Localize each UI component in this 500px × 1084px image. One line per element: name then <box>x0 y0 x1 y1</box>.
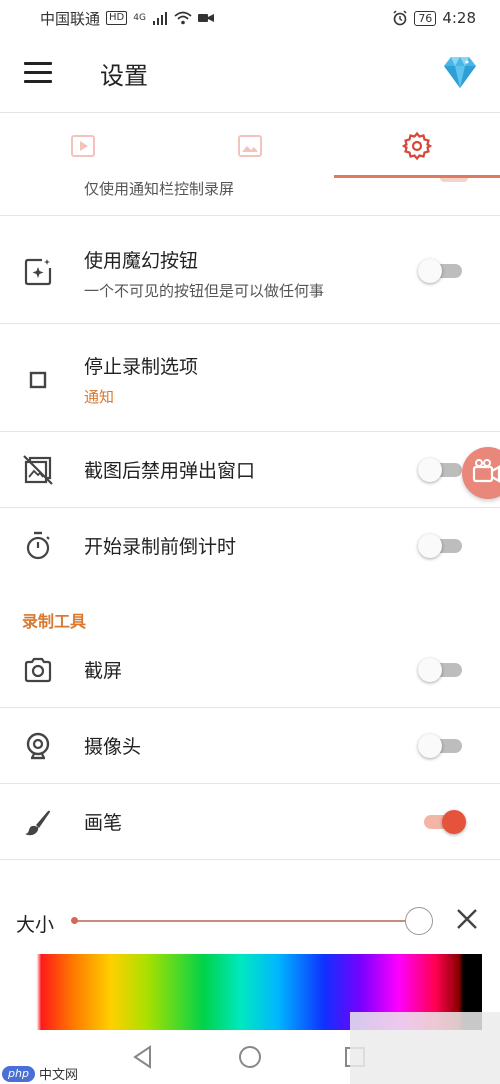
countdown-toggle[interactable] <box>418 533 464 559</box>
toggle-edge <box>440 178 468 182</box>
app-bar: 设置 <box>0 36 500 112</box>
tool-screenshot[interactable]: 截屏 <box>0 632 500 708</box>
tool-title: 截屏 <box>84 660 123 682</box>
tab-video[interactable] <box>0 113 166 179</box>
magic-button-toggle[interactable] <box>418 258 464 284</box>
tool-brush[interactable]: 画笔 <box>0 784 500 860</box>
premium-diamond-icon[interactable] <box>440 52 480 92</box>
tool-title: 画笔 <box>84 812 123 834</box>
status-bar: 中国联通 HD 4G 76 4:28 <box>0 0 500 36</box>
watermark-logo: php 中文网 <box>2 1064 78 1083</box>
tab-image[interactable] <box>166 113 334 179</box>
setting-subtitle: 仅使用通知栏控制录屏 <box>84 180 235 198</box>
magic-button-icon <box>24 258 52 286</box>
tool-title: 摄像头 <box>84 736 142 758</box>
page-title: 设置 <box>100 62 148 90</box>
setting-notification-only[interactable]: 仅使用通知栏控制录屏 <box>0 178 500 216</box>
tool-webcam[interactable]: 摄像头 <box>0 708 500 784</box>
setting-title: 停止录制选项 <box>84 356 199 378</box>
home-icon[interactable] <box>235 1042 265 1072</box>
section-header-recording-tools: 录制工具 <box>22 612 87 631</box>
video-camera-icon <box>472 459 500 483</box>
setting-countdown[interactable]: 开始录制前倒计时 <box>0 508 500 584</box>
setting-title: 开始录制前倒计时 <box>84 536 237 558</box>
setting-subtitle: 一个不可见的按钮但是可以做任何事 <box>84 282 325 300</box>
back-icon[interactable] <box>128 1042 158 1072</box>
alarm-icon <box>393 10 407 26</box>
screenshot-popup-off-icon <box>23 455 53 485</box>
brush-size-row: 大小 <box>0 896 500 948</box>
watermark-block <box>350 1012 500 1084</box>
webcam-toggle[interactable] <box>418 733 464 759</box>
video-camera-status-icon <box>197 14 214 22</box>
setting-value: 通知 <box>84 388 115 406</box>
image-icon <box>238 135 262 157</box>
battery-indicator: 76 <box>414 10 437 26</box>
setting-title: 使用魔幻按钮 <box>84 250 199 272</box>
setting-disable-popup[interactable]: 截图后禁用弹出窗口 <box>0 432 500 508</box>
video-play-icon <box>71 135 95 157</box>
wifi-icon <box>174 11 192 25</box>
setting-stop-options[interactable]: 停止录制选项 通知 <box>0 324 500 432</box>
brush-toggle[interactable] <box>418 809 466 835</box>
signal-icon <box>152 12 167 25</box>
close-icon[interactable] <box>454 906 480 932</box>
watermark-php: php <box>2 1065 35 1082</box>
status-left: 中国联通 HD 4G <box>40 8 214 29</box>
screenshot-toggle[interactable] <box>418 657 464 683</box>
stopwatch-icon <box>26 531 50 560</box>
size-label: 大小 <box>16 914 55 936</box>
size-slider-track[interactable] <box>74 920 420 922</box>
carrier-name: 中国联通 <box>40 9 101 28</box>
brush-icon <box>25 810 50 836</box>
floating-record-bubble[interactable] <box>462 447 500 499</box>
clock: 4:28 <box>442 9 476 27</box>
disable-popup-toggle[interactable] <box>418 457 464 483</box>
stop-square-icon <box>29 371 47 389</box>
tab-settings[interactable] <box>334 113 500 179</box>
watermark-text: 中文网 <box>38 1068 78 1083</box>
hd-badge: HD <box>106 11 128 25</box>
status-right: 76 4:28 <box>392 9 476 27</box>
menu-icon[interactable] <box>24 62 52 84</box>
setting-title: 截图后禁用弹出窗口 <box>84 460 256 482</box>
gear-icon <box>402 131 432 161</box>
tab-bar <box>0 112 500 178</box>
size-slider-start <box>71 917 78 924</box>
setting-magic-button[interactable]: 使用魔幻按钮 一个不可见的按钮但是可以做任何事 <box>0 216 500 324</box>
network-type: 4G <box>133 13 146 23</box>
camera-icon <box>24 657 52 683</box>
size-slider-thumb[interactable] <box>405 907 433 935</box>
webcam-icon <box>26 732 50 760</box>
